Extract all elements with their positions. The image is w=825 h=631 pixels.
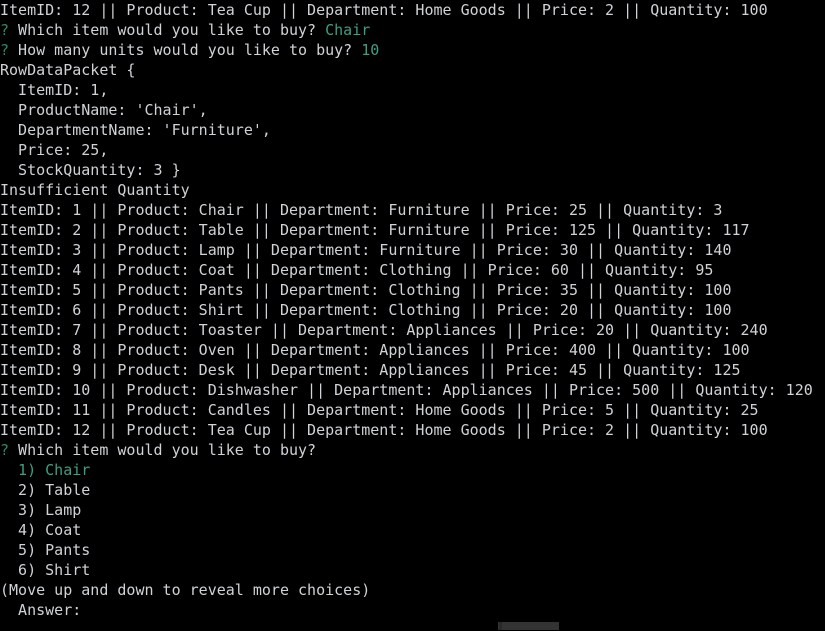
prompt-which-item-answered-seg-0: ? xyxy=(0,21,10,39)
rowdatapacket-open: RowDataPacket { xyxy=(0,60,825,80)
terminal-output-screen: ItemID: 12 || Product: Tea Cup || Depart… xyxy=(0,0,825,620)
prompt-which-item-active-seg-0: ? xyxy=(0,441,10,459)
prompt-how-many-units-answered-seg-1: How many units would you like to buy? xyxy=(9,41,362,59)
prompt-which-item-active-seg-1: Which item would you like to buy? xyxy=(9,441,317,459)
inventory-row-5: ItemID: 5 || Product: Pants || Departmen… xyxy=(0,280,825,300)
rowdatapacket-field-stockquantity-seg-0: StockQuantity: 3 } xyxy=(0,161,181,179)
inventory-row-4-seg-0: ItemID: 4 || Product: Coat || Department… xyxy=(0,261,714,279)
choice-hint-move-updown-seg-0: (Move up and down to reveal more choices… xyxy=(0,581,371,599)
choice-hint-move-updown: (Move up and down to reveal more choices… xyxy=(0,580,825,600)
inventory-row-6-seg-0: ItemID: 6 || Product: Shirt || Departmen… xyxy=(0,301,732,319)
prompt-which-item-answered-seg-2: Chair xyxy=(325,21,371,39)
rowdatapacket-field-productname: ProductName: 'Chair', xyxy=(0,100,825,120)
rowdatapacket-field-departmentname: DepartmentName: 'Furniture', xyxy=(0,120,825,140)
inventory-row-8-seg-0: ItemID: 8 || Product: Oven || Department… xyxy=(0,341,750,359)
choice-option-1-selected-seg-0: 1) Chair xyxy=(0,461,91,479)
prompt-how-many-units-answered-seg-2: 10 xyxy=(361,41,380,59)
answer-input-line: Answer: xyxy=(0,600,825,620)
answer-input-line-seg-0: Answer: xyxy=(0,601,82,619)
horizontal-scrollbar-thumb[interactable] xyxy=(498,622,559,630)
inventory-row-9: ItemID: 9 || Product: Desk || Department… xyxy=(0,360,825,380)
inventory-row-4: ItemID: 4 || Product: Coat || Department… xyxy=(0,260,825,280)
inventory-row-10: ItemID: 10 || Product: Dishwasher || Dep… xyxy=(0,380,825,400)
inventory-row-1: ItemID: 1 || Product: Chair || Departmen… xyxy=(0,200,825,220)
choice-option-4: 4) Coat xyxy=(0,520,825,540)
inventory-row-7-seg-0: ItemID: 7 || Product: Toaster || Departm… xyxy=(0,321,768,339)
rowdatapacket-field-stockquantity: StockQuantity: 3 } xyxy=(0,160,825,180)
inventory-row-8: ItemID: 8 || Product: Oven || Department… xyxy=(0,340,825,360)
inventory-row-10-seg-0: ItemID: 10 || Product: Dishwasher || Dep… xyxy=(0,381,813,399)
prompt-which-item-active: ? Which item would you like to buy? xyxy=(0,440,825,460)
inventory-row-6: ItemID: 6 || Product: Shirt || Departmen… xyxy=(0,300,825,320)
inventory-row-12-seg-0: ItemID: 12 || Product: Tea Cup || Depart… xyxy=(0,421,768,439)
inventory-row-2: ItemID: 2 || Product: Table || Departmen… xyxy=(0,220,825,240)
rowdatapacket-field-price: Price: 25, xyxy=(0,140,825,160)
terminal-window[interactable]: ItemID: 12 || Product: Tea Cup || Depart… xyxy=(0,0,825,631)
choice-option-4-seg-0: 4) Coat xyxy=(0,521,82,539)
choice-option-2: 2) Table xyxy=(0,480,825,500)
choice-option-1-selected: 1) Chair xyxy=(0,460,825,480)
inventory-row-3: ItemID: 3 || Product: Lamp || Department… xyxy=(0,240,825,260)
rowdatapacket-open-seg-0: RowDataPacket { xyxy=(0,61,136,79)
choice-option-3-seg-0: 3) Lamp xyxy=(0,501,82,519)
prompt-how-many-units-answered: ? How many units would you like to buy? … xyxy=(0,40,825,60)
inventory-row-3-seg-0: ItemID: 3 || Product: Lamp || Department… xyxy=(0,241,732,259)
rowdatapacket-field-itemid: ItemID: 1, xyxy=(0,80,825,100)
inventory-row-trailing: ItemID: 12 || Product: Tea Cup || Depart… xyxy=(0,0,825,20)
inventory-row-12: ItemID: 12 || Product: Tea Cup || Depart… xyxy=(0,420,825,440)
message-insufficient-quantity-seg-0: Insufficient Quantity xyxy=(0,181,190,199)
inventory-row-1-seg-0: ItemID: 1 || Product: Chair || Departmen… xyxy=(0,201,723,219)
horizontal-scrollbar-track[interactable] xyxy=(0,621,825,631)
rowdatapacket-field-itemid-seg-0: ItemID: 1, xyxy=(0,81,109,99)
inventory-row-2-seg-0: ItemID: 2 || Product: Table || Departmen… xyxy=(0,221,750,239)
prompt-which-item-answered-seg-1: Which item would you like to buy? xyxy=(9,21,326,39)
inventory-row-11-seg-0: ItemID: 11 || Product: Candles || Depart… xyxy=(0,401,759,419)
rowdatapacket-field-price-seg-0: Price: 25, xyxy=(0,141,109,159)
inventory-row-7: ItemID: 7 || Product: Toaster || Departm… xyxy=(0,320,825,340)
message-insufficient-quantity: Insufficient Quantity xyxy=(0,180,825,200)
inventory-row-5-seg-0: ItemID: 5 || Product: Pants || Departmen… xyxy=(0,281,732,299)
inventory-row-11: ItemID: 11 || Product: Candles || Depart… xyxy=(0,400,825,420)
choice-option-6-seg-0: 6) Shirt xyxy=(0,561,91,579)
choice-option-5-seg-0: 5) Pants xyxy=(0,541,91,559)
choice-option-2-seg-0: 2) Table xyxy=(0,481,91,499)
rowdatapacket-field-productname-seg-0: ProductName: 'Chair', xyxy=(0,101,208,119)
rowdatapacket-field-departmentname-seg-0: DepartmentName: 'Furniture', xyxy=(0,121,271,139)
prompt-how-many-units-answered-seg-0: ? xyxy=(0,41,10,59)
choice-option-5: 5) Pants xyxy=(0,540,825,560)
prompt-which-item-answered: ? Which item would you like to buy? Chai… xyxy=(0,20,825,40)
choice-option-6: 6) Shirt xyxy=(0,560,825,580)
inventory-row-9-seg-0: ItemID: 9 || Product: Desk || Department… xyxy=(0,361,741,379)
scrollbar-thumb-grip xyxy=(499,622,502,630)
choice-option-3: 3) Lamp xyxy=(0,500,825,520)
inventory-row-trailing-seg-0: ItemID: 12 || Product: Tea Cup || Depart… xyxy=(0,1,768,19)
